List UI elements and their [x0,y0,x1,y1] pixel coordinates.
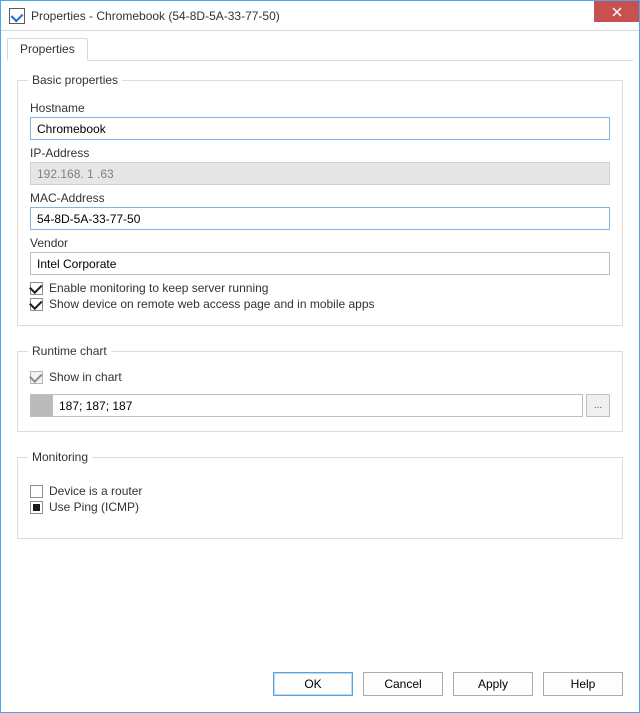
app-icon [9,8,25,24]
input-ip [30,162,610,185]
checkbox-show-device[interactable] [30,298,43,311]
row-enable-monitoring[interactable]: Enable monitoring to keep server running [30,281,610,295]
input-vendor[interactable] [30,252,610,275]
cancel-button[interactable]: Cancel [363,672,443,696]
row-mac: MAC-Address [30,191,610,230]
input-mac[interactable] [30,207,610,230]
group-monitoring-legend: Monitoring [28,450,92,464]
tab-page-properties: Basic properties Hostname IP-Address MAC… [7,61,633,549]
label-mac: MAC-Address [30,191,610,205]
label-hostname: Hostname [30,101,610,115]
label-show-device: Show device on remote web access page an… [49,297,375,311]
color-swatch [30,394,52,417]
row-show-in-chart: Show in chart [30,370,610,384]
checkbox-device-router[interactable] [30,485,43,498]
checkbox-show-in-chart [30,371,43,384]
row-device-router[interactable]: Device is a router [30,484,610,498]
row-ip: IP-Address [30,146,610,185]
button-bar: OK Cancel Apply Help [7,664,633,704]
checkbox-enable-monitoring[interactable] [30,282,43,295]
label-vendor: Vendor [30,236,610,250]
group-monitoring: Monitoring Device is a router Use Ping (… [17,450,623,539]
group-runtime-legend: Runtime chart [28,344,111,358]
close-icon [612,7,622,17]
label-device-router: Device is a router [49,484,142,498]
label-enable-monitoring: Enable monitoring to keep server running [49,281,268,295]
group-basic-properties: Basic properties Hostname IP-Address MAC… [17,73,623,326]
window-title: Properties - Chromebook (54-8D-5A-33-77-… [31,9,280,23]
titlebar: Properties - Chromebook (54-8D-5A-33-77-… [1,1,639,31]
spacer [7,549,633,664]
label-show-in-chart: Show in chart [49,370,122,384]
checkbox-use-ping[interactable] [30,501,43,514]
close-button[interactable] [594,1,639,22]
color-picker-button[interactable]: ... [586,394,610,417]
tab-properties[interactable]: Properties [7,38,88,61]
group-runtime-chart: Runtime chart Show in chart ... [17,344,623,432]
properties-window: Properties - Chromebook (54-8D-5A-33-77-… [0,0,640,713]
label-use-ping: Use Ping (ICMP) [49,500,139,514]
client-area: Properties Basic properties Hostname IP-… [1,31,639,712]
row-color: ... [30,394,610,417]
group-basic-legend: Basic properties [28,73,122,87]
help-button[interactable]: Help [543,672,623,696]
apply-button[interactable]: Apply [453,672,533,696]
row-hostname: Hostname [30,101,610,140]
input-hostname[interactable] [30,117,610,140]
row-vendor: Vendor [30,236,610,275]
tabstrip: Properties [7,37,633,61]
ok-button[interactable]: OK [273,672,353,696]
input-color[interactable] [52,394,583,417]
row-use-ping[interactable]: Use Ping (ICMP) [30,500,610,514]
label-ip: IP-Address [30,146,610,160]
row-show-device[interactable]: Show device on remote web access page an… [30,297,610,311]
ellipsis-icon: ... [594,400,602,411]
